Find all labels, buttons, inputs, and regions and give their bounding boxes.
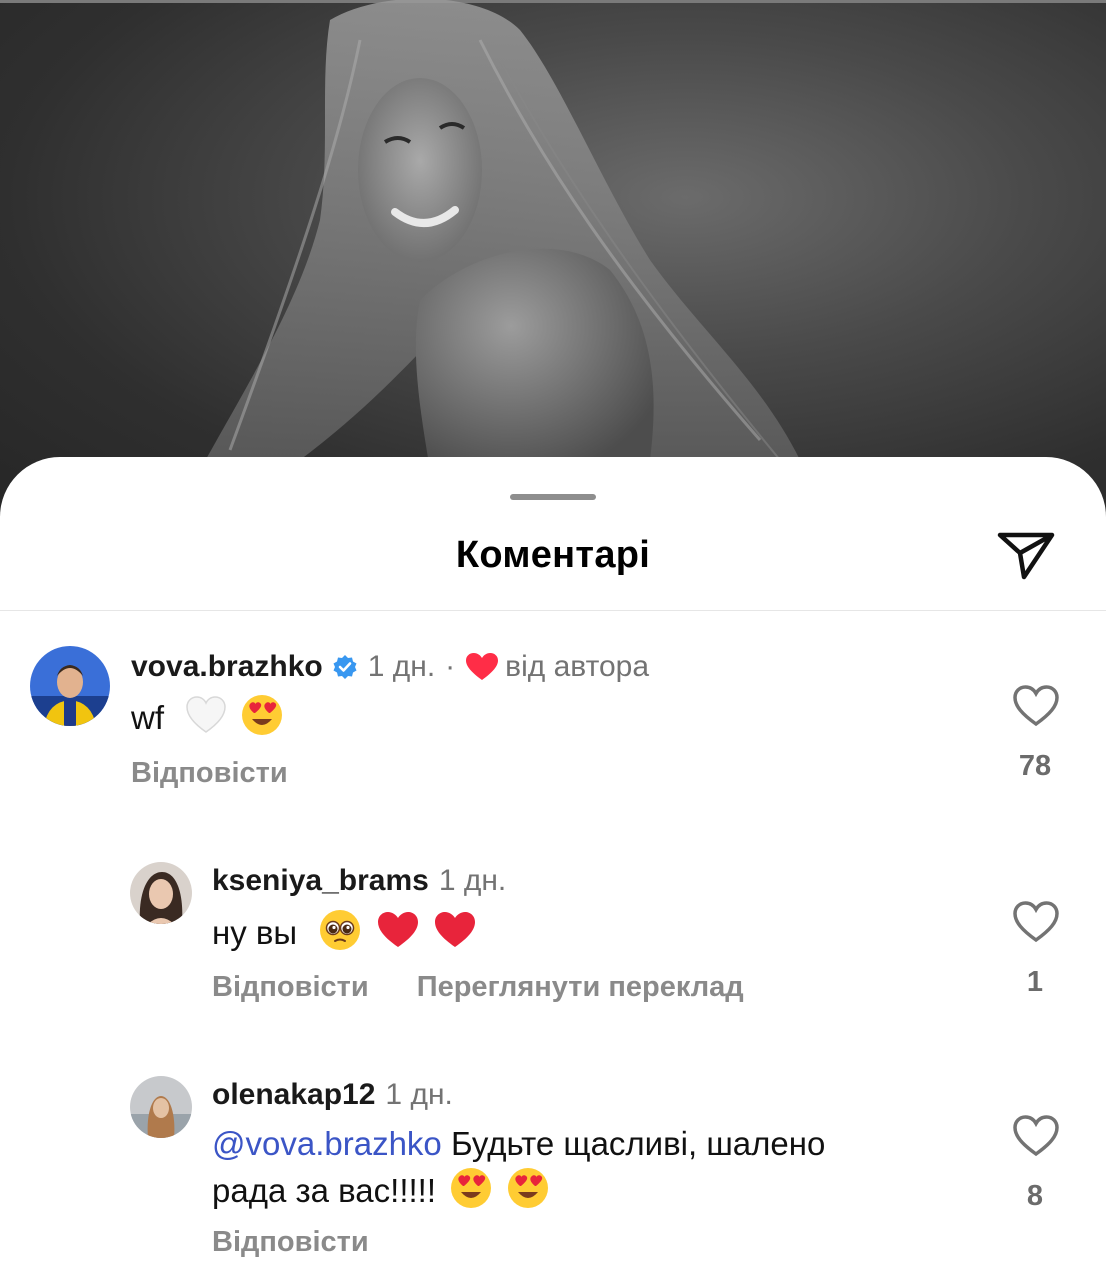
comment-username[interactable]: kseniya_brams bbox=[212, 864, 429, 898]
like-count: 1 bbox=[1026, 966, 1044, 998]
liked-by-author-label: від автора bbox=[505, 650, 650, 683]
heart-outline-icon bbox=[1013, 901, 1059, 943]
comment-username[interactable]: vova.brazhko bbox=[131, 650, 323, 684]
avatar[interactable] bbox=[130, 862, 192, 924]
portrait-silhouette bbox=[200, 0, 800, 470]
reply-button[interactable]: Відповісти bbox=[212, 971, 369, 1003]
red-heart-emoji-icon bbox=[433, 910, 477, 961]
like-button[interactable] bbox=[1012, 1114, 1060, 1158]
reply-button[interactable]: Відповісти bbox=[212, 1226, 369, 1258]
avatar-image bbox=[130, 862, 192, 924]
like-button[interactable] bbox=[1012, 684, 1060, 728]
heart-outline-icon bbox=[1013, 685, 1059, 727]
author-liked-heart-icon bbox=[465, 652, 499, 682]
pleading-face-emoji-icon bbox=[318, 908, 362, 963]
red-heart-emoji-icon bbox=[376, 910, 420, 961]
heart-eyes-emoji-icon bbox=[240, 693, 284, 748]
comment-timestamp: 1 дн. bbox=[438, 864, 507, 897]
paper-plane-icon bbox=[997, 532, 1055, 580]
avatar[interactable] bbox=[130, 1076, 192, 1138]
comment-text-body: wf bbox=[131, 699, 164, 737]
header-divider bbox=[0, 610, 1106, 611]
comment-text-body: Будьте щасливі, шалено bbox=[450, 1125, 826, 1162]
like-count: 78 bbox=[1018, 750, 1052, 782]
mention-link[interactable]: @vova.brazhko bbox=[212, 1125, 442, 1162]
white-heart-emoji-icon bbox=[185, 695, 227, 746]
heart-eyes-emoji-icon bbox=[449, 1166, 493, 1221]
avatar-image bbox=[30, 646, 110, 726]
comment-text: wf bbox=[131, 693, 284, 748]
comment-username[interactable]: olenakap12 bbox=[212, 1078, 375, 1112]
reply-button[interactable]: Відповісти bbox=[131, 757, 288, 789]
comment-timestamp: 1 дн. bbox=[385, 1078, 453, 1111]
avatar-image bbox=[130, 1076, 192, 1138]
comment-text-body: рада за вас!!!!! bbox=[212, 1172, 436, 1210]
like-count: 8 bbox=[1026, 1180, 1044, 1212]
comment-text: ну вы bbox=[212, 908, 477, 963]
avatar[interactable] bbox=[30, 646, 110, 726]
comment-timestamp: 1 дн. bbox=[367, 650, 436, 683]
comment-text: @vova.brazhko Будьте щасливі, шалено bbox=[212, 1122, 825, 1166]
verified-badge-icon bbox=[332, 654, 358, 680]
like-button[interactable] bbox=[1012, 900, 1060, 944]
sheet-title: Коментарі bbox=[455, 534, 651, 576]
see-translation-button[interactable]: Переглянути переклад bbox=[417, 971, 744, 1003]
sheet-grabber-handle[interactable] bbox=[510, 494, 596, 500]
meta-separator: · bbox=[445, 650, 456, 683]
heart-eyes-emoji-icon bbox=[506, 1166, 550, 1221]
share-send-button[interactable] bbox=[996, 527, 1056, 583]
heart-outline-icon bbox=[1013, 1115, 1059, 1157]
comment-text-line-2: рада за вас!!!!! bbox=[212, 1166, 550, 1221]
post-photo-background bbox=[0, 0, 1106, 520]
comment-text-body: ну вы bbox=[212, 914, 298, 952]
